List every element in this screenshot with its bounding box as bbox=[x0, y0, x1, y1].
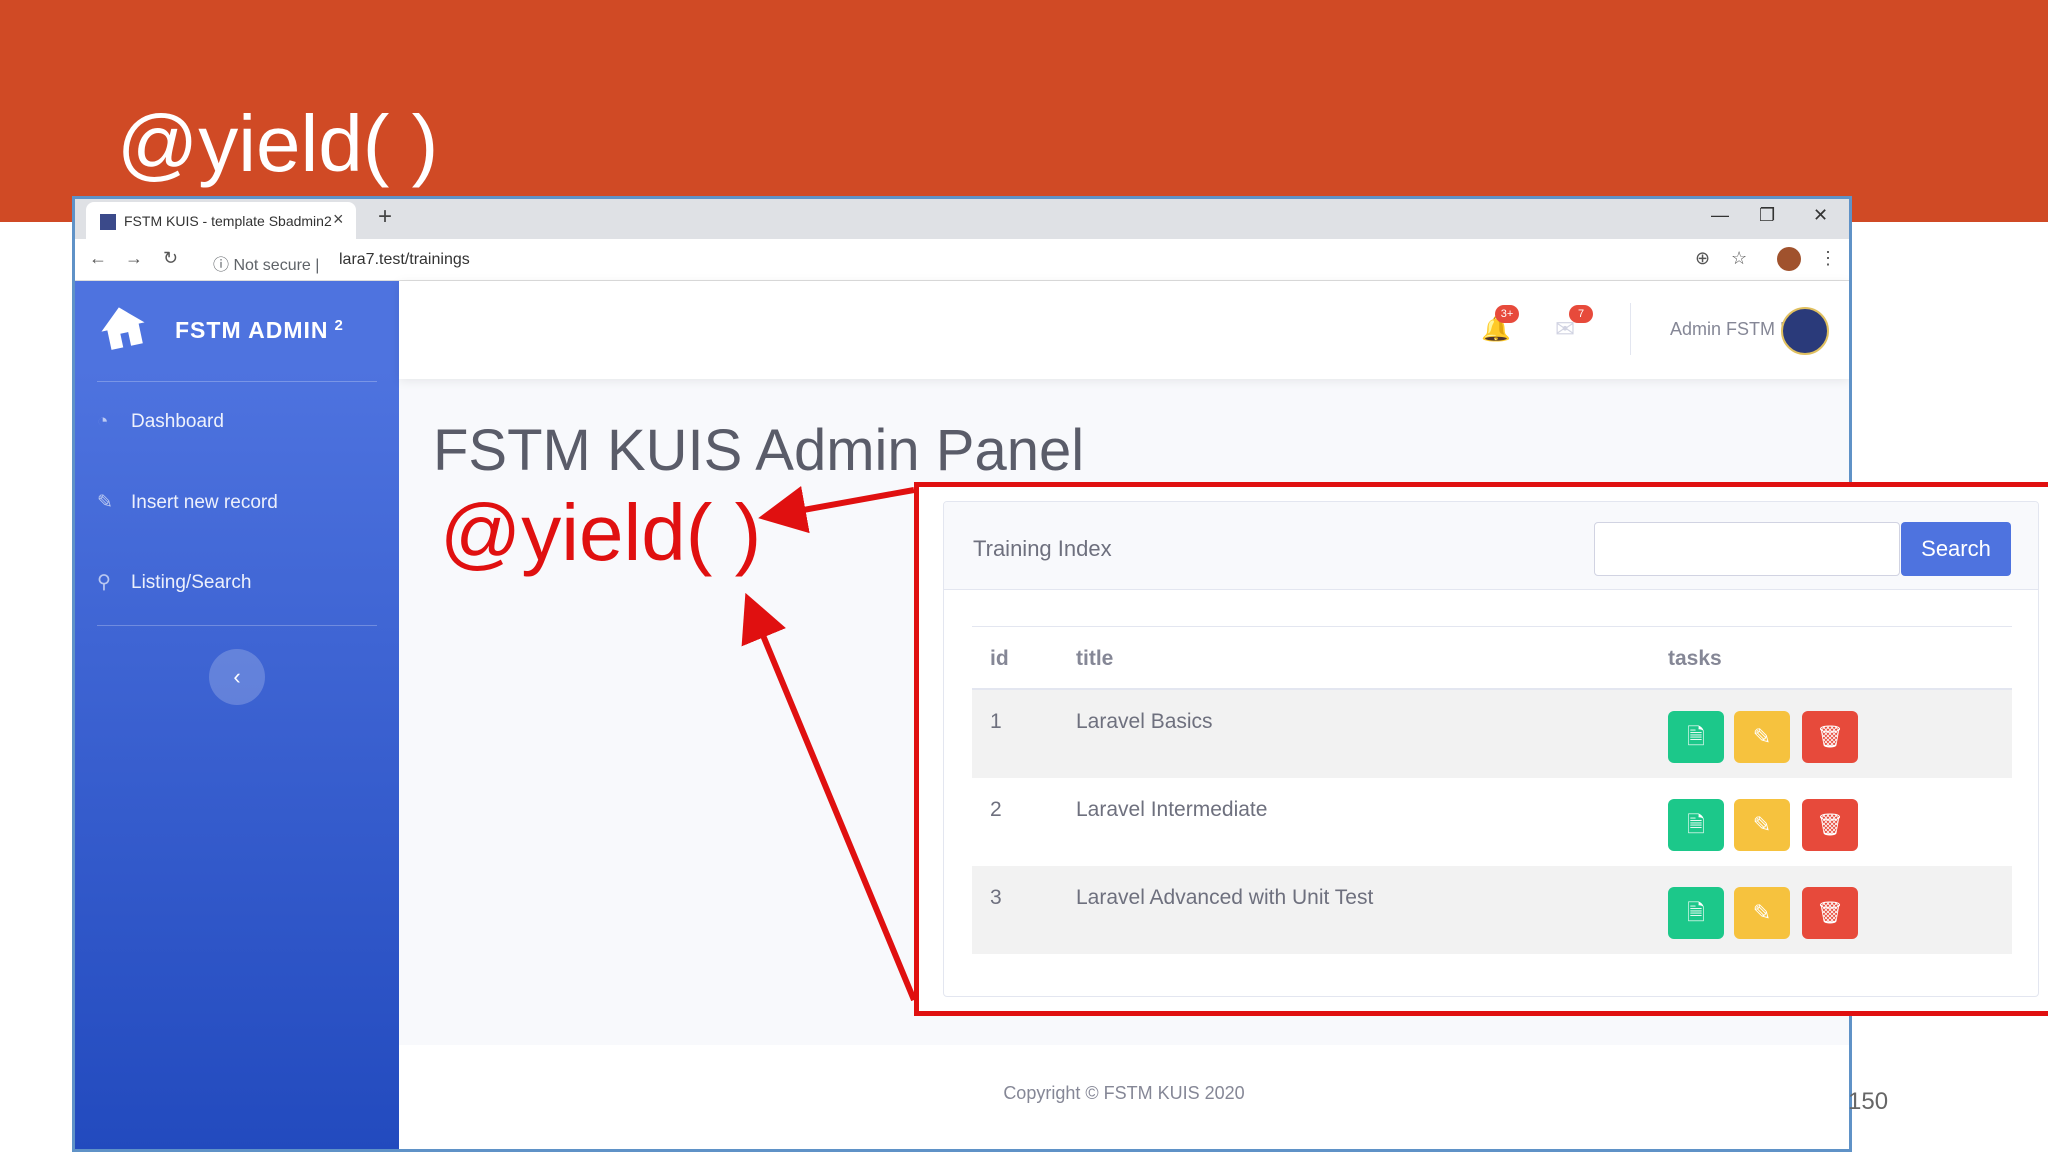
card-header: Training Index Search bbox=[944, 502, 2038, 590]
reload-icon[interactable]: ↻ bbox=[163, 248, 178, 269]
home-logo-icon[interactable] bbox=[97, 301, 149, 353]
sidebar-item-label: Insert new record bbox=[131, 492, 278, 513]
table-header-row: id title tasks bbox=[972, 626, 2012, 690]
table-row: 3 Laravel Advanced with Unit Test 🗎 ✎ 🗑 bbox=[972, 866, 2012, 954]
copyright-text: Copyright © FSTM KUIS 2020 bbox=[1003, 1083, 1245, 1103]
edit-button[interactable]: ✎ bbox=[1734, 799, 1790, 851]
bookmark-star-icon[interactable]: ☆ bbox=[1731, 248, 1747, 269]
edit-icon: ✎ bbox=[97, 492, 113, 513]
tachometer-icon: ◔ bbox=[97, 411, 109, 432]
alerts-badge: 3+ bbox=[1495, 305, 1519, 323]
brand-name[interactable]: FSTM ADMIN 2 bbox=[175, 317, 344, 344]
address-bar: ← → ↻ ⓘ Not secure | lara7.test/training… bbox=[75, 239, 1849, 281]
bell-icon[interactable]: 🔔 3+ bbox=[1481, 305, 1519, 344]
brand-superscript: 2 bbox=[334, 317, 344, 334]
page-title: FSTM KUIS Admin Panel bbox=[433, 418, 1085, 483]
view-button[interactable]: 🗎 bbox=[1668, 799, 1724, 851]
forward-icon[interactable]: → bbox=[125, 248, 143, 269]
sidebar-divider bbox=[97, 381, 377, 382]
menu-kebab-icon[interactable]: ⋮ bbox=[1819, 248, 1837, 269]
search-button[interactable]: Search bbox=[1901, 522, 2011, 576]
edit-button[interactable]: ✎ bbox=[1734, 887, 1790, 939]
brand-label: FSTM ADMIN bbox=[175, 317, 329, 343]
column-header-title: title bbox=[1076, 647, 1114, 670]
column-header-tasks: tasks bbox=[1668, 647, 1722, 670]
profile-avatar[interactable] bbox=[1777, 247, 1801, 271]
minimize-button[interactable]: — bbox=[1711, 205, 1729, 226]
close-window-button[interactable]: ✕ bbox=[1813, 205, 1828, 226]
sidebar: FSTM ADMIN 2 ◔ Dashboard ✎ Insert new recor… bbox=[75, 281, 399, 1149]
row-title: Laravel Advanced with Unit Test bbox=[1076, 886, 1374, 909]
user-avatar[interactable] bbox=[1781, 307, 1829, 355]
column-header-id: id bbox=[990, 647, 1009, 670]
delete-button[interactable]: 🗑 bbox=[1802, 711, 1858, 763]
tab-title: FSTM KUIS - template Sbadmin2 bbox=[124, 213, 332, 229]
view-button[interactable]: 🗎 bbox=[1668, 711, 1724, 763]
sidebar-item-label: Listing/Search bbox=[131, 572, 252, 593]
row-title: Laravel Intermediate bbox=[1076, 798, 1268, 821]
topbar: 🔔 3+ ✉ 7 Admin FSTM KUIS bbox=[399, 281, 1849, 379]
search-input[interactable] bbox=[1594, 522, 1900, 576]
messages-badge: 7 bbox=[1569, 305, 1593, 323]
training-index-card: Training Index Search id title tasks 1 L… bbox=[943, 501, 2039, 997]
sidebar-item-dashboard[interactable]: ◔ Dashboard bbox=[97, 411, 224, 433]
slide-page-number: 150 bbox=[1848, 1088, 1889, 1115]
sidebar-item-insert[interactable]: ✎ Insert new record bbox=[97, 491, 278, 514]
row-id: 1 bbox=[990, 710, 1002, 733]
view-button[interactable]: 🗎 bbox=[1668, 887, 1724, 939]
sidebar-divider bbox=[97, 625, 377, 626]
topbar-divider bbox=[1630, 303, 1631, 355]
slide-title: @yield( ) bbox=[117, 99, 439, 188]
tab-strip: FSTM KUIS - template Sbadmin2 × + — ❐ ✕ bbox=[75, 199, 1849, 239]
sidebar-item-listing[interactable]: ⚲ Listing/Search bbox=[97, 571, 251, 594]
url-text[interactable]: lara7.test/trainings bbox=[339, 251, 470, 269]
favicon-icon bbox=[100, 214, 116, 230]
annotation-label: @yield( ) bbox=[440, 488, 762, 577]
annotation-highlight-box: Training Index Search id title tasks 1 L… bbox=[914, 482, 2048, 1016]
browser-tab[interactable]: FSTM KUIS - template Sbadmin2 × bbox=[86, 202, 356, 239]
security-indicator[interactable]: ⓘ Not secure | bbox=[213, 251, 319, 275]
table-row: 1 Laravel Basics 🗎 ✎ 🗑 bbox=[972, 690, 2012, 778]
envelope-icon[interactable]: ✉ 7 bbox=[1555, 305, 1593, 344]
delete-button[interactable]: 🗑 bbox=[1802, 799, 1858, 851]
footer: Copyright © FSTM KUIS 2020 bbox=[399, 1045, 1849, 1149]
restore-button[interactable]: ❐ bbox=[1759, 205, 1775, 226]
url-field[interactable]: ⓘ Not secure | lara7.test/trainings bbox=[203, 245, 1803, 275]
card-title: Training Index bbox=[973, 536, 1112, 561]
edit-button[interactable]: ✎ bbox=[1734, 711, 1790, 763]
back-icon[interactable]: ← bbox=[89, 248, 107, 269]
sidebar-toggle-button[interactable]: ‹ bbox=[209, 649, 265, 705]
delete-button[interactable]: 🗑 bbox=[1802, 887, 1858, 939]
new-tab-button[interactable]: + bbox=[378, 203, 392, 231]
search-icon: ⚲ bbox=[97, 572, 111, 593]
row-id: 3 bbox=[990, 886, 1002, 909]
row-id: 2 bbox=[990, 798, 1002, 821]
zoom-icon[interactable]: ⊕ bbox=[1695, 248, 1710, 269]
sidebar-item-label: Dashboard bbox=[131, 411, 224, 432]
row-title: Laravel Basics bbox=[1076, 710, 1213, 733]
table-row: 2 Laravel Intermediate 🗎 ✎ 🗑 bbox=[972, 778, 2012, 866]
close-tab-icon[interactable]: × bbox=[333, 209, 344, 230]
